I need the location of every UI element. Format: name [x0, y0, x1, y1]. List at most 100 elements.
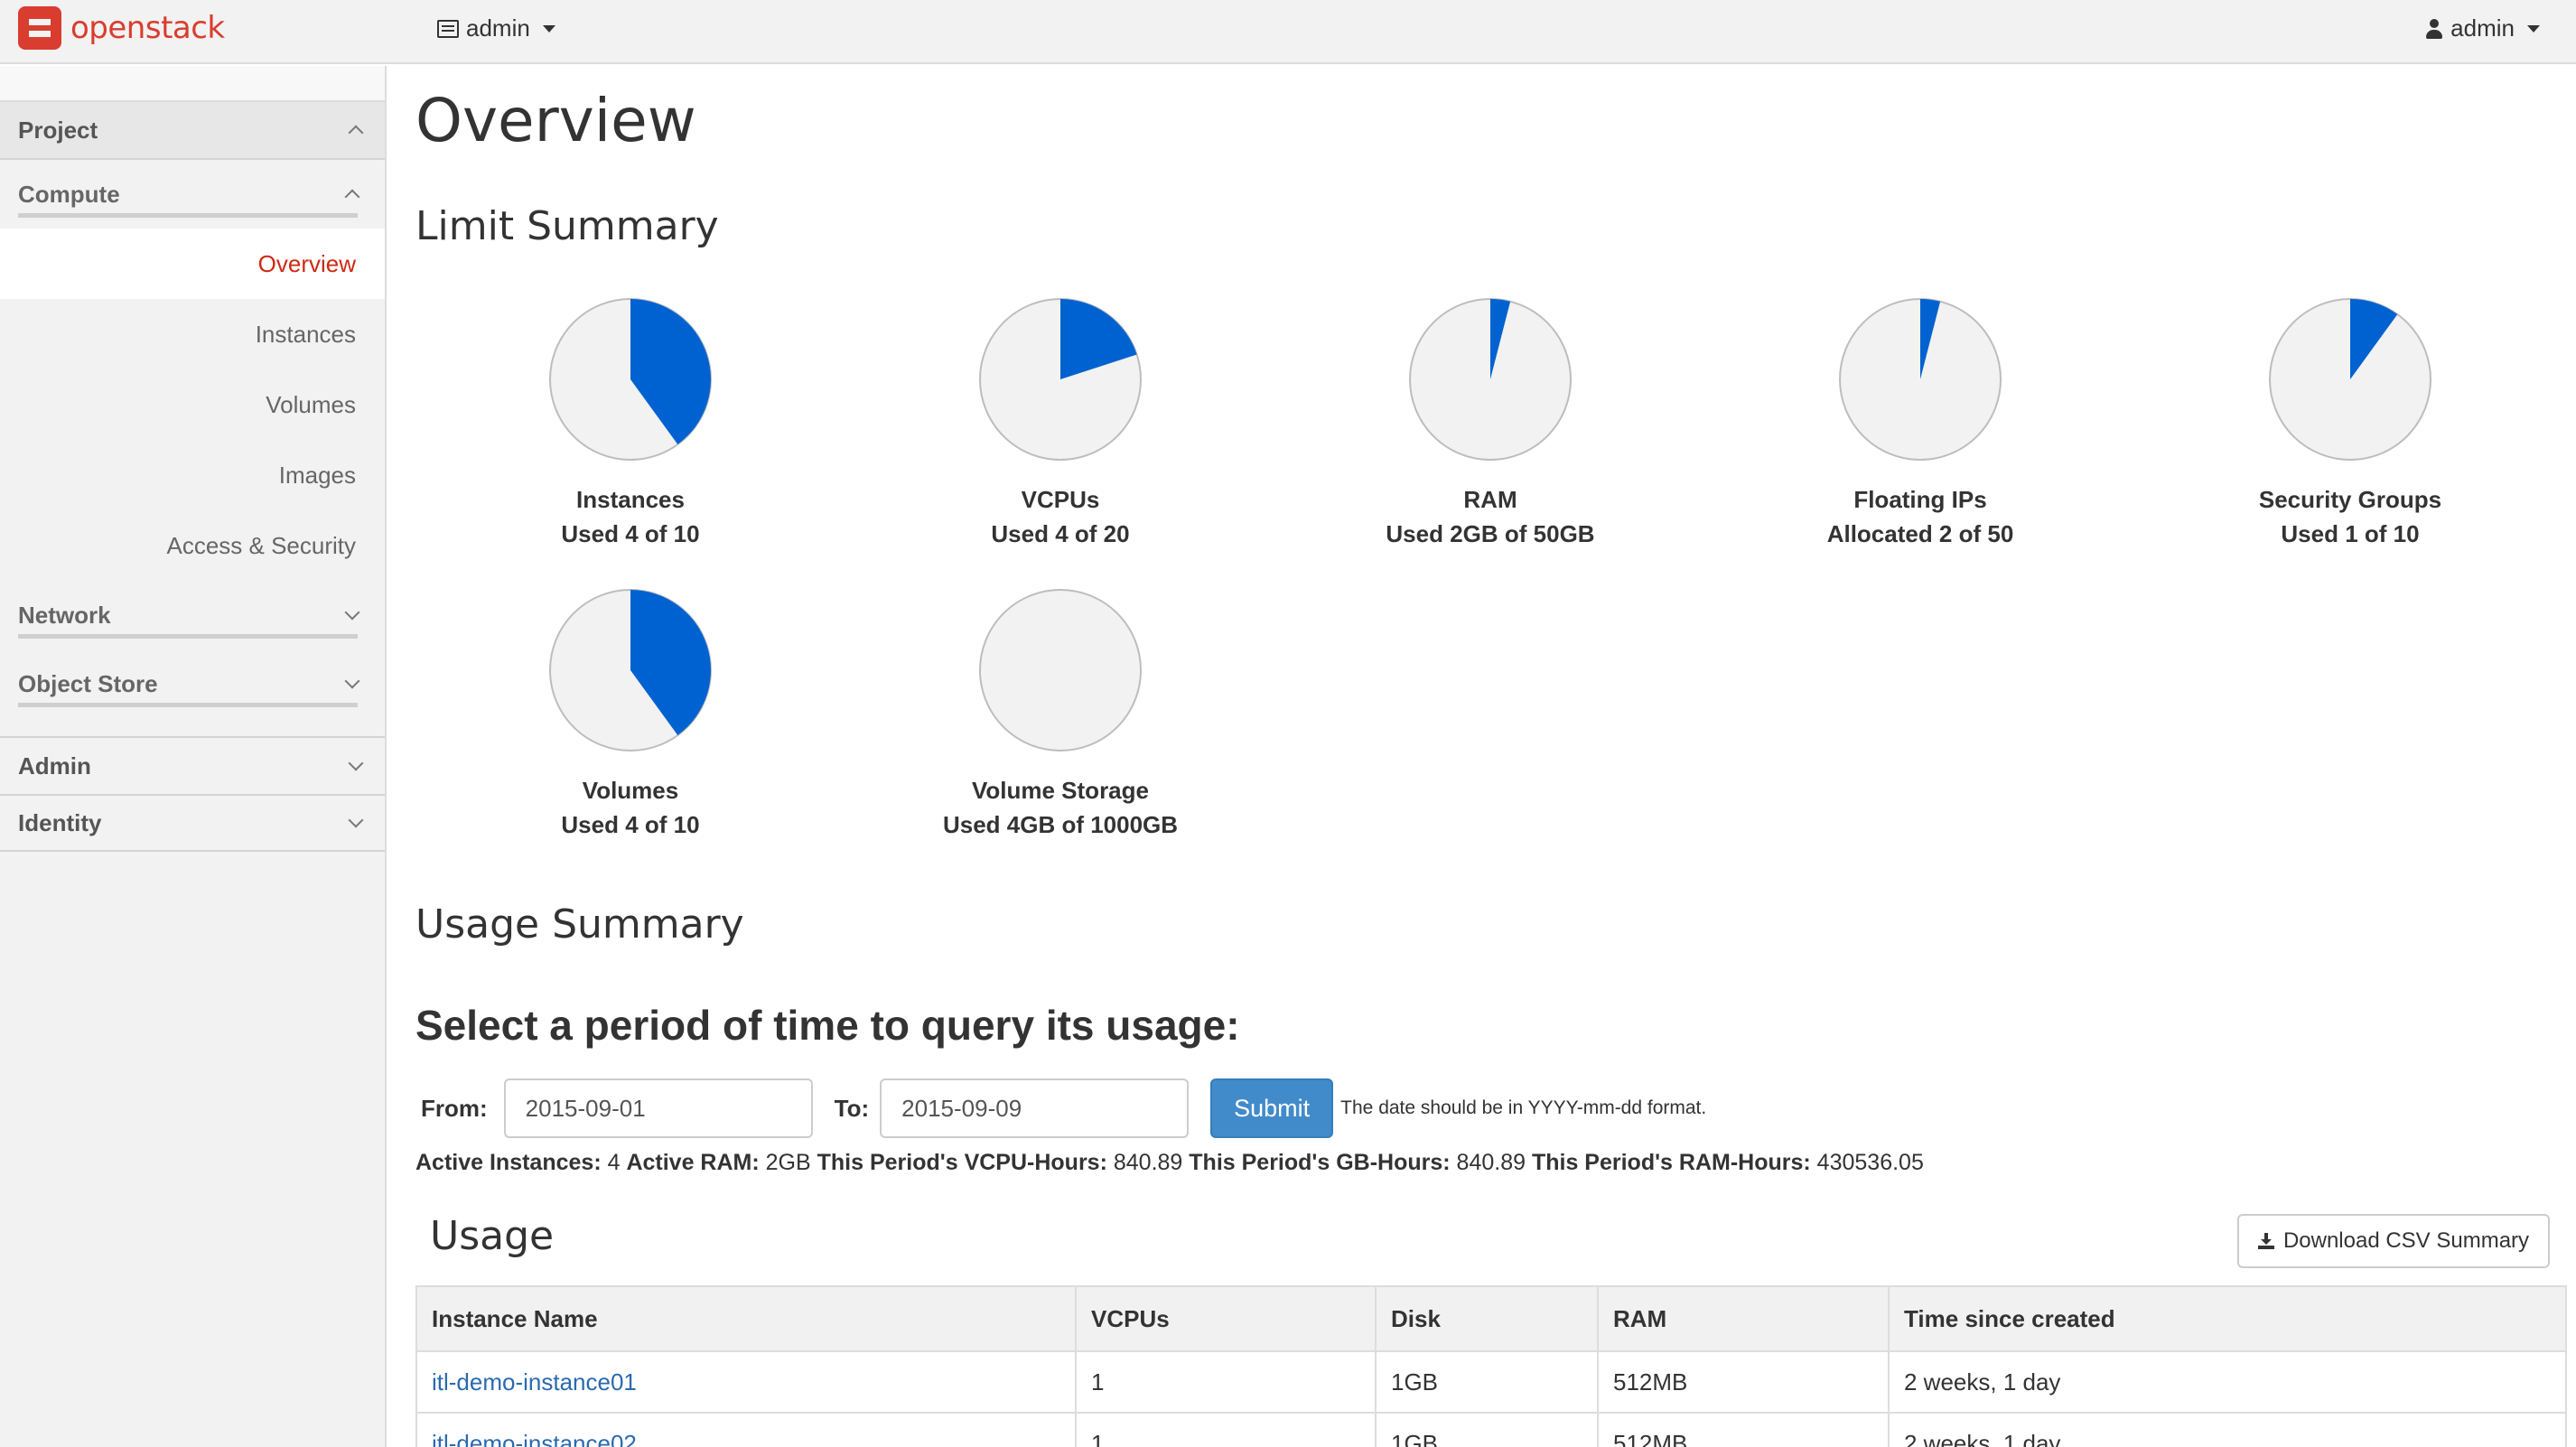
pie-chart [549, 589, 712, 752]
pie-title: Volume Storage [971, 777, 1149, 804]
column-header[interactable]: Time since created [1888, 1285, 2567, 1352]
pie-label: Instances Used 4 of 10 [415, 482, 845, 551]
sidebar-group-label: Compute [18, 180, 120, 208]
pie-detail: Used 1 of 10 [2281, 520, 2420, 547]
stat-label: This Period's RAM-Hours: [1531, 1150, 1811, 1175]
pie-title: Security Groups [2258, 486, 2442, 513]
query-heading: Select a period of time to query its usa… [415, 1002, 1240, 1049]
caret-down-icon [542, 24, 555, 33]
submit-button[interactable]: Submit [1210, 1078, 1334, 1138]
from-date-input[interactable]: 2015-09-01 [503, 1078, 813, 1138]
pie-detail: Used 4 of 10 [561, 520, 700, 547]
group-underline [18, 703, 358, 707]
pie-detail: Used 4GB of 1000GB [942, 811, 1179, 838]
limit-pie-instances: Instances Used 4 of 10 [415, 296, 845, 567]
sidebar-section-label: Admin [18, 752, 91, 780]
pie-title: Floating IPs [1853, 486, 1987, 513]
pie-chart [979, 298, 1142, 461]
openstack-logo[interactable]: openstack [18, 6, 225, 50]
table-cell: itl-demo-instance02 [415, 1412, 1077, 1447]
sidebar-group-network[interactable]: Network [0, 581, 385, 649]
user-dropdown[interactable]: admin [2425, 14, 2540, 42]
pie-chart [979, 589, 1142, 752]
limit-summary-heading: Limit Summary [415, 203, 719, 249]
table-cell: itl-demo-instance01 [415, 1350, 1077, 1414]
project-icon [437, 19, 459, 38]
sidebar-group-compute[interactable]: Compute [0, 160, 385, 229]
stat-value: 2GB [765, 1150, 811, 1175]
chevron-down-icon [344, 604, 360, 621]
download-csv-label: Download CSV Summary [2282, 1228, 2530, 1253]
pie-title: Volumes [582, 777, 679, 804]
pie-chart [1839, 298, 2002, 461]
download-csv-button[interactable]: Download CSV Summary [2237, 1214, 2550, 1268]
from-label: From: [421, 1094, 488, 1122]
column-header[interactable]: Instance Name [415, 1285, 1077, 1352]
stat-label: Active Instances: [415, 1150, 602, 1175]
sidebar-item-access-security[interactable]: Access & Security [0, 510, 385, 581]
limit-pie-volume-storage: Volume Storage Used 4GB of 1000GB [845, 587, 1275, 858]
pie-detail: Used 2GB of 50GB [1386, 520, 1595, 547]
sidebar-section-admin[interactable]: Admin [0, 736, 385, 794]
page-title: Overview [415, 86, 696, 155]
stat-label: Active RAM: [626, 1150, 760, 1175]
sidebar-item-instances[interactable]: Instances [0, 299, 385, 369]
sidebar-item-label: Volumes [266, 390, 356, 418]
sidebar-spacer [0, 66, 385, 102]
sidebar-item-volumes[interactable]: Volumes [0, 369, 385, 440]
project-dropdown[interactable]: admin [437, 14, 555, 42]
limit-pie-ram: RAM Used 2GB of 50GB [1275, 296, 1705, 567]
sidebar-section-project[interactable]: Project [0, 102, 385, 160]
download-icon [2257, 1233, 2274, 1249]
table-row: itl-demo-instance01 1 1GB 512MB 2 weeks,… [415, 1350, 2567, 1414]
top-navbar: openstack admin admin [0, 0, 2576, 64]
stat-value: 430536.05 [1816, 1150, 1924, 1175]
chevron-down-icon [348, 755, 364, 771]
user-icon [2425, 18, 2443, 39]
limit-pie-floating-ips: Floating IPs Allocated 2 of 50 [1705, 296, 2135, 567]
stat-label: This Period's VCPU-Hours: [817, 1150, 1107, 1175]
table-cell: 1 [1075, 1350, 1377, 1414]
pie-detail: Allocated 2 of 50 [1826, 520, 2014, 547]
to-date-input[interactable]: 2015-09-09 [880, 1078, 1190, 1138]
pie-detail: Used 4 of 20 [991, 520, 1130, 547]
sidebar-group-object-store[interactable]: Object Store [0, 649, 385, 718]
chevron-up-icon [348, 125, 364, 141]
group-underline [18, 634, 358, 639]
sidebar-group-label: Object Store [18, 669, 158, 697]
instance-link[interactable]: itl-demo-instance01 [432, 1368, 637, 1396]
sidebar-section-label: Identity [18, 808, 102, 836]
table-row: itl-demo-instance02 1 1GB 512MB 2 weeks,… [415, 1412, 2567, 1447]
usage-table-heading: Usage [430, 1213, 555, 1259]
sidebar-section-identity[interactable]: Identity [0, 794, 385, 852]
instance-link[interactable]: itl-demo-instance02 [432, 1430, 637, 1447]
sidebar-item-images[interactable]: Images [0, 440, 385, 510]
sidebar: Project Compute Overview Instances Volum… [0, 66, 387, 1447]
limit-pie-volumes: Volumes Used 4 of 10 [415, 587, 845, 858]
column-header[interactable]: VCPUs [1075, 1285, 1377, 1352]
table-cell: 2 weeks, 1 day [1888, 1412, 2567, 1447]
pie-label: Floating IPs Allocated 2 of 50 [1705, 482, 2135, 551]
pie-label: RAM Used 2GB of 50GB [1275, 482, 1705, 551]
pie-title: RAM [1463, 486, 1517, 513]
pie-label: Security Groups Used 1 of 10 [2135, 482, 2565, 551]
column-header[interactable]: Disk [1375, 1285, 1599, 1352]
usage-stats: Active Instances: 4 Active RAM: 2GB This… [415, 1150, 1924, 1176]
chevron-down-icon [348, 812, 364, 828]
usage-table: Instance Name VCPUs Disk RAM Time since … [415, 1285, 2567, 1447]
table-cell: 2 weeks, 1 day [1888, 1350, 2567, 1414]
sidebar-item-label: Images [278, 461, 356, 489]
table-cell: 512MB [1597, 1412, 1890, 1447]
sidebar-item-overview[interactable]: Overview [0, 229, 385, 299]
column-header[interactable]: RAM [1597, 1285, 1890, 1352]
table-header-row: Instance Name VCPUs Disk RAM Time since … [415, 1285, 2567, 1352]
stat-value: 840.89 [1113, 1150, 1183, 1175]
sidebar-item-label: Overview [257, 249, 356, 277]
pie-title: Instances [576, 486, 685, 513]
sidebar-item-label: Access & Security [166, 531, 356, 559]
pie-chart [2269, 298, 2431, 461]
pie-background-slice [979, 589, 1142, 752]
date-format-hint: The date should be in YYYY-mm-dd format. [1340, 1097, 1707, 1118]
stat-value: 4 [607, 1150, 621, 1175]
